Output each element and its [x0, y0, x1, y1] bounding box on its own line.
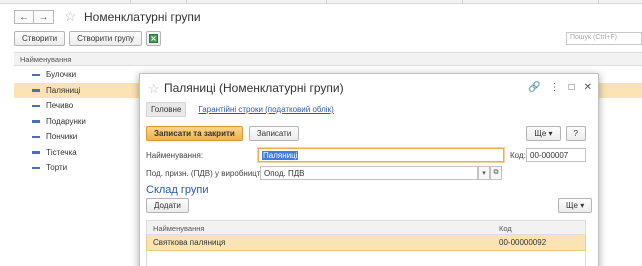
more-actions-button[interactable]: Ще ▾ [526, 126, 561, 141]
table-empty-area [146, 251, 586, 266]
list-item-label: Пончики [46, 132, 78, 142]
spreadsheet-icon [149, 34, 159, 43]
list-item-label: Подарунки [46, 116, 86, 126]
dialog-toolbar: Записати та закрити Записати [146, 126, 300, 141]
table-more-label: Ще [566, 201, 578, 210]
back-button[interactable]: ← [14, 10, 34, 24]
vat-label: Под. призн. (ПДВ) у виробництві: [146, 169, 269, 178]
name-value: Паляниці [262, 151, 299, 160]
row-code: 00-00000092 [499, 238, 547, 247]
group-marker-icon [32, 151, 40, 154]
more-menu-icon[interactable]: ⋮ [550, 82, 560, 93]
save-and-close-button[interactable]: Записати та закрити [146, 126, 243, 141]
tab-main[interactable]: Головне [146, 102, 187, 117]
list-item-label: Тістечка [46, 147, 77, 157]
group-marker-icon [32, 89, 40, 92]
favorite-star-icon[interactable]: ☆ [148, 81, 160, 97]
row-name: Святкова паляниця [153, 238, 226, 247]
group-marker-icon [32, 104, 40, 107]
code-field[interactable]: 00-000007 [526, 148, 586, 162]
create-group-button[interactable]: Створити групу [69, 31, 143, 46]
vat-dropdown-button[interactable]: ▾ [478, 166, 490, 180]
column-name[interactable]: Найменування [153, 224, 204, 233]
export-excel-button[interactable] [146, 31, 162, 46]
save-button[interactable]: Записати [248, 126, 300, 141]
history-nav: ← → [14, 10, 54, 24]
column-code[interactable]: Код [499, 224, 512, 233]
favorite-star-icon[interactable]: ☆ [64, 9, 77, 23]
main-toolbar: Створити Створити групу [14, 31, 162, 46]
dialog-title: Паляниці (Номенклатурні групи) [164, 81, 344, 95]
table-header: Найменування Код [146, 220, 586, 235]
name-label: Найменування: [146, 151, 204, 160]
add-button[interactable]: Додати [146, 198, 189, 213]
group-marker-icon [32, 135, 40, 138]
tab-warranty[interactable]: Гарантійні строки (податковий облік) [194, 103, 337, 116]
section-title: Склад групи [146, 184, 209, 196]
list-column-header[interactable]: Найменування [14, 52, 642, 66]
chevron-down-icon: ▾ [580, 201, 585, 210]
close-icon[interactable]: ✕ [584, 82, 592, 93]
group-marker-icon [32, 120, 40, 123]
group-edit-dialog: ☆ Паляниці (Номенклатурні групи) 🔗 ⋮ □ ✕… [139, 73, 599, 266]
vat-field[interactable]: Опод. ПДВ [260, 166, 478, 180]
group-marker-icon [32, 166, 40, 169]
search-input[interactable]: Пошук (Ctrl+F) [566, 32, 642, 45]
chevron-down-icon: ▾ [482, 170, 486, 177]
code-label: Код: [510, 151, 526, 160]
more-actions-label: Ще [534, 129, 547, 138]
help-button[interactable]: ? [565, 126, 586, 141]
arrow-left-icon: ← [19, 11, 29, 23]
list-item-label: Печиво [46, 101, 74, 111]
dialog-tabs: Головне Гарантійні строки (податковий об… [146, 102, 338, 117]
table-row[interactable]: Святкова паляниця 00-00000092 [146, 235, 586, 251]
link-icon[interactable]: 🔗 [528, 82, 540, 93]
list-item-label: Булочки [46, 70, 77, 80]
maximize-icon[interactable]: □ [569, 82, 575, 93]
list-item-label: Торти [46, 163, 68, 173]
name-field[interactable]: Паляниці [258, 148, 504, 162]
forward-button[interactable]: → [34, 10, 54, 24]
group-marker-icon [32, 73, 40, 76]
table-more-button[interactable]: Ще ▾ [558, 198, 593, 213]
dialog-controls: 🔗 ⋮ □ ✕ [528, 82, 592, 93]
list-item-label: Паляниці [46, 85, 81, 95]
open-link-icon: ⧉ [493, 169, 499, 176]
window-tab-strip [0, 0, 642, 4]
arrow-right-icon: → [38, 11, 49, 23]
create-button[interactable]: Створити [14, 31, 66, 46]
page-title: Номенклатурні групи [84, 10, 201, 24]
dialog-toolbar-right: Ще ▾ ? [526, 126, 586, 141]
chevron-down-icon: ▾ [548, 129, 553, 138]
vat-open-button[interactable]: ⧉ [490, 166, 502, 180]
